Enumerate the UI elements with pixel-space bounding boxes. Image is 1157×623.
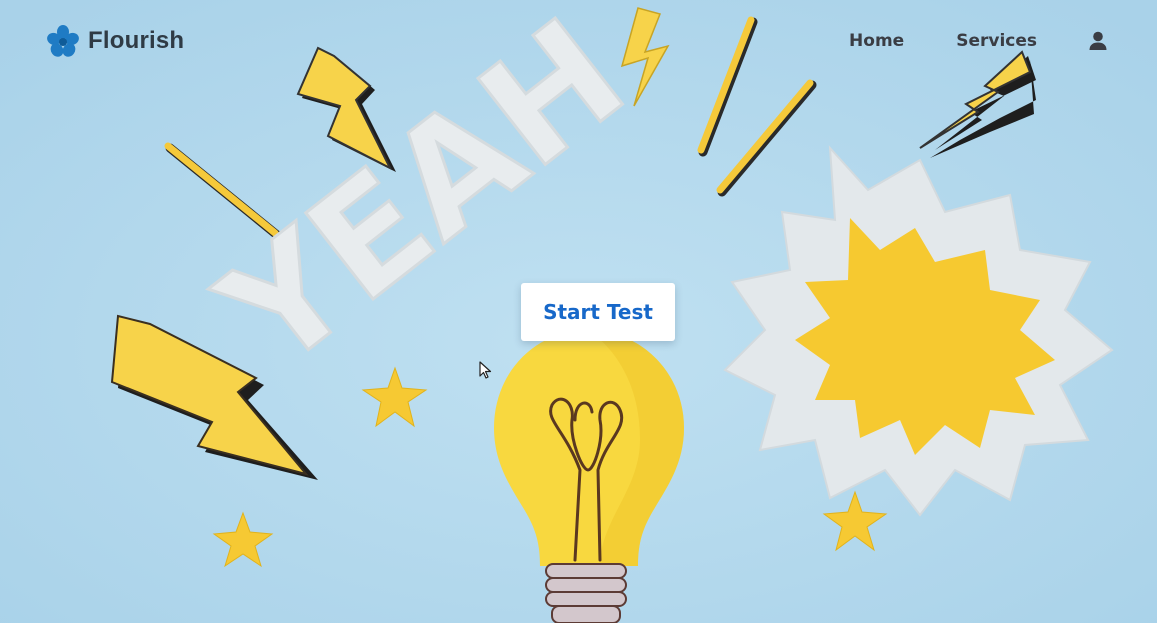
brand-logo[interactable]: Flourish	[46, 24, 184, 58]
mouse-pointer-icon	[479, 361, 492, 379]
user-icon	[1089, 31, 1107, 50]
start-test-button[interactable]: Start Test	[521, 283, 675, 341]
nav-home-link[interactable]: Home	[849, 31, 904, 51]
nav-services-link[interactable]: Services	[956, 31, 1037, 51]
flower-icon	[47, 25, 79, 57]
main-nav: Home Services	[849, 27, 1109, 55]
account-button[interactable]	[1087, 30, 1109, 52]
brand-name: Flourish	[88, 27, 185, 54]
site-header: Flourish Home Services	[0, 0, 1157, 80]
